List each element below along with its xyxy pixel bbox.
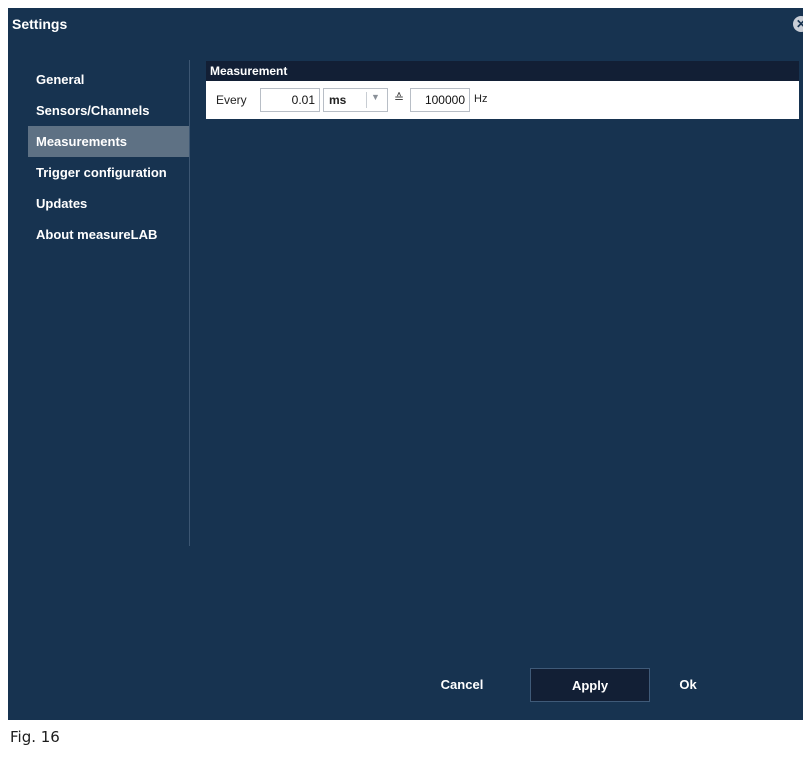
apply-button[interactable]: Apply	[530, 668, 650, 702]
interval-input[interactable]	[260, 88, 320, 112]
panel-header: Measurement	[206, 61, 799, 81]
measurement-settings-row: Every ms ▼ ≙ Hz	[206, 81, 799, 119]
frequency-input[interactable]	[410, 88, 470, 112]
settings-sidebar: General Sensors/Channels Measurements Tr…	[28, 64, 190, 250]
unit-select[interactable]: ms ▼	[323, 88, 388, 112]
ok-button[interactable]: Ok	[648, 668, 728, 702]
unit-value: ms	[329, 93, 347, 107]
window-title: Settings	[12, 16, 68, 32]
cancel-button[interactable]: Cancel	[412, 668, 512, 702]
dropdown-separator	[366, 92, 367, 108]
measurement-panel: Measurement Every ms ▼ ≙ Hz	[206, 61, 799, 119]
sidebar-item-about[interactable]: About measureLAB	[28, 219, 190, 250]
sidebar-item-trigger-configuration[interactable]: Trigger configuration	[28, 157, 190, 188]
sidebar-item-general[interactable]: General	[28, 64, 190, 95]
sidebar-divider	[189, 60, 190, 546]
frequency-unit-label: Hz	[474, 93, 488, 105]
sidebar-item-updates[interactable]: Updates	[28, 188, 190, 219]
every-label: Every	[216, 93, 247, 107]
figure-caption: Fig. 16	[10, 728, 60, 746]
chevron-down-icon[interactable]: ▼	[371, 92, 380, 102]
sidebar-item-measurements[interactable]: Measurements	[28, 126, 190, 157]
close-icon[interactable]: ✕	[793, 16, 803, 32]
equivalent-icon: ≙	[394, 91, 405, 105]
settings-window: Settings ✕ General Sensors/Channels Meas…	[8, 8, 803, 720]
sidebar-item-sensors-channels[interactable]: Sensors/Channels	[28, 95, 190, 126]
